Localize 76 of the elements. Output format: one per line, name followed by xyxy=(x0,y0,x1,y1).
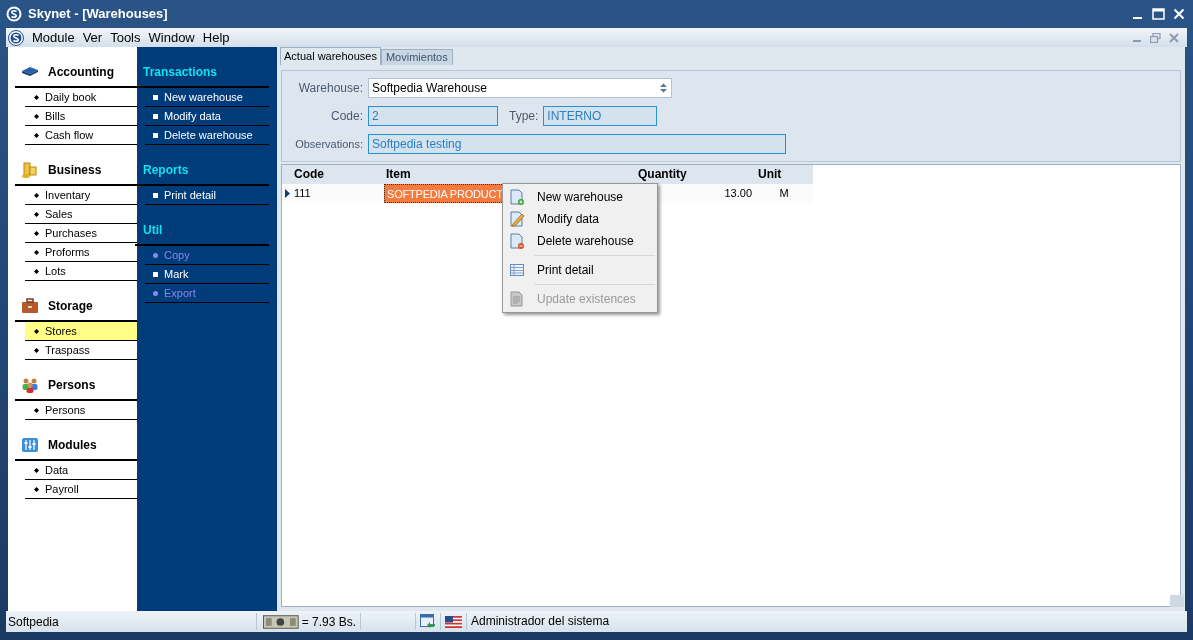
select-value: Softpedia Warehouse xyxy=(371,80,488,97)
spin-arrows-icon xyxy=(659,82,668,94)
bullet-icon xyxy=(34,328,39,334)
tab[interactable]: Actual warehouses xyxy=(280,47,381,65)
window-title: Skynet - [Warehouses] xyxy=(28,5,168,24)
action-link[interactable]: Mark xyxy=(145,265,269,284)
people-icon xyxy=(21,376,39,394)
field-label: Type: xyxy=(509,108,539,125)
bullet-icon xyxy=(34,192,39,198)
table-icon xyxy=(509,262,525,278)
bullet-icon xyxy=(153,94,158,100)
bullet-icon xyxy=(34,211,39,217)
new-document-icon xyxy=(509,189,525,205)
bullet-icon xyxy=(34,132,39,138)
bullet-icon xyxy=(34,486,39,492)
bullet-icon xyxy=(153,290,158,296)
menu-item[interactable]: Module xyxy=(28,27,79,48)
action-link[interactable]: Modify data xyxy=(145,107,269,126)
coins-icon xyxy=(21,161,39,179)
table-cell-text: 111 xyxy=(293,186,312,201)
column-header[interactable]: Code xyxy=(282,165,384,184)
pencil-document-icon xyxy=(509,211,525,227)
section-title: Transactions xyxy=(143,64,218,81)
column-header[interactable]: Unit xyxy=(756,165,812,184)
warehouse-select[interactable]: Softpedia Warehouse xyxy=(368,78,672,98)
bullet-icon xyxy=(153,192,158,198)
nav-item[interactable]: Stores xyxy=(25,322,137,341)
group-title[interactable]: Storage xyxy=(48,297,93,315)
action-link[interactable]: Delete warehouse xyxy=(145,126,269,145)
maximize-icon[interactable] xyxy=(1152,8,1165,20)
table-cell-text: M xyxy=(778,186,790,201)
flag-icon[interactable] xyxy=(445,615,462,628)
field-label: Warehouse: xyxy=(297,80,363,97)
field-label: Observations: xyxy=(294,136,363,152)
sliders-icon xyxy=(21,436,39,454)
bullet-icon xyxy=(34,268,39,274)
banknote-icon xyxy=(263,614,299,629)
bullet-icon xyxy=(34,249,39,255)
menu-item[interactable]: Ver xyxy=(78,27,107,48)
section-title: Reports xyxy=(143,162,189,179)
size-grip xyxy=(1170,595,1184,607)
bullet-icon xyxy=(34,94,39,100)
app-logo-icon xyxy=(6,6,22,22)
group-title[interactable]: Accounting xyxy=(48,63,114,81)
exchange-rate: = 7.93 Bs. xyxy=(301,613,356,631)
bullet-icon xyxy=(34,113,39,119)
tab[interactable]: Movimientos xyxy=(380,49,453,65)
bullet-icon xyxy=(34,230,39,236)
briefcase-icon xyxy=(21,297,39,315)
action-link[interactable]: New warehouse xyxy=(145,88,269,107)
bullet-icon xyxy=(34,467,39,473)
delete-document-icon xyxy=(509,233,525,249)
context-menu-item[interactable]: Delete warehouse xyxy=(503,230,657,252)
section-title: Util xyxy=(143,222,163,239)
column-header[interactable]: Item xyxy=(384,165,636,184)
menu-item[interactable]: Help xyxy=(198,27,234,48)
context-menu-item[interactable]: Print detail xyxy=(503,259,657,281)
bullet-icon xyxy=(34,407,39,413)
group-title[interactable]: Modules xyxy=(48,436,97,454)
field-label: Code: xyxy=(329,108,363,125)
bullet-icon xyxy=(153,132,158,138)
bullet-icon xyxy=(153,271,158,277)
context-menu-item[interactable]: Modify data xyxy=(503,208,657,230)
bullet-icon xyxy=(153,113,158,119)
table-cell-text: 13.00 xyxy=(723,186,753,201)
bullet-icon xyxy=(34,347,39,353)
bullet-icon xyxy=(153,252,158,258)
column-header[interactable]: Quantity xyxy=(636,165,756,184)
group-title[interactable]: Persons xyxy=(48,376,96,394)
menu-item[interactable]: Tools xyxy=(106,27,145,48)
menu-item[interactable]: Window xyxy=(144,27,199,48)
action-link[interactable]: Print detail xyxy=(145,186,269,205)
group-title[interactable]: Business xyxy=(48,161,102,179)
document-icon xyxy=(509,291,525,307)
status-text: Softpedia xyxy=(7,613,60,631)
user-name: Administrador del sistema xyxy=(466,613,610,630)
